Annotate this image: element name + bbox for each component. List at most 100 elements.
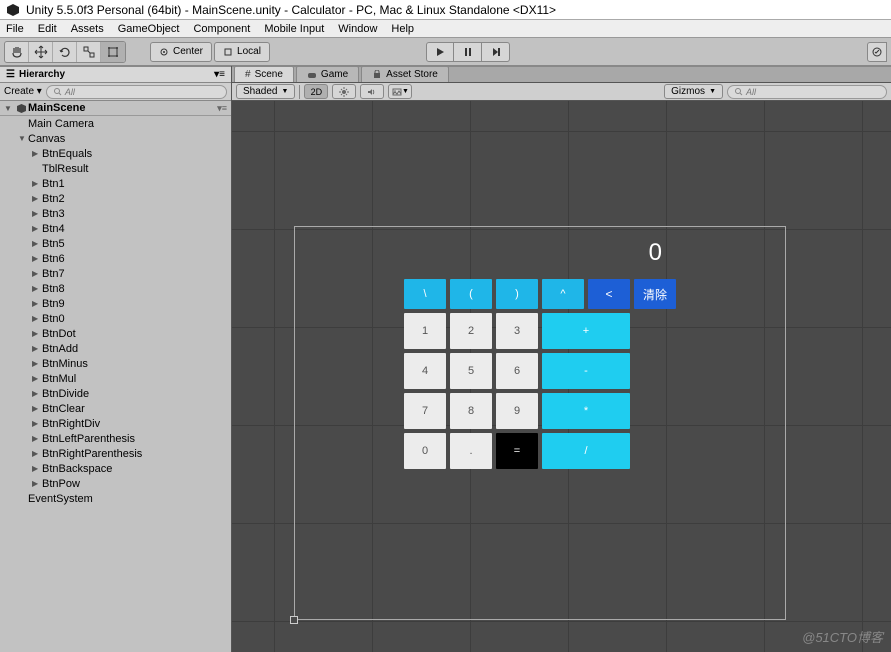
key-3[interactable]: 3 (496, 313, 538, 349)
expand-arrow-icon[interactable]: ▶ (32, 329, 42, 338)
expand-arrow-icon[interactable]: ▶ (32, 344, 42, 353)
expand-arrow-icon[interactable]: ▶ (32, 434, 42, 443)
hierarchy-item-btnminus[interactable]: ▶BtnMinus (0, 356, 231, 371)
scene-viewport[interactable]: 0 \ ( ) ^ < 清除 123+456-789*0.=/ @51CTO博客 (232, 101, 891, 652)
local-global-toggle[interactable]: Local (214, 42, 270, 62)
hierarchy-item-btndivide[interactable]: ▶BtnDivide (0, 386, 231, 401)
step-button[interactable] (482, 42, 510, 62)
tab-assetstore[interactable]: Asset Store (361, 66, 449, 82)
expand-arrow-icon[interactable]: ▶ (32, 449, 42, 458)
menu-help[interactable]: Help (391, 23, 414, 35)
key-equals[interactable]: = (496, 433, 538, 469)
hierarchy-item-main camera[interactable]: Main Camera (0, 116, 231, 131)
hierarchy-item-btn8[interactable]: ▶Btn8 (0, 281, 231, 296)
hierarchy-item-btnadd[interactable]: ▶BtnAdd (0, 341, 231, 356)
menu-window[interactable]: Window (338, 23, 377, 35)
key-2[interactable]: 2 (450, 313, 492, 349)
center-pivot-toggle[interactable]: Center (150, 42, 212, 62)
key-pow[interactable]: ^ (542, 279, 584, 309)
key-backslash[interactable]: \ (404, 279, 446, 309)
key-5[interactable]: 5 (450, 353, 492, 389)
expand-arrow-icon[interactable]: ▶ (32, 254, 42, 263)
expand-arrow-icon[interactable]: ▶ (32, 149, 42, 158)
hierarchy-item-btn4[interactable]: ▶Btn4 (0, 221, 231, 236)
scale-tool[interactable] (77, 42, 101, 62)
move-tool[interactable] (29, 42, 53, 62)
key-mul[interactable]: * (542, 393, 630, 429)
menu-file[interactable]: File (6, 23, 24, 35)
expand-arrow-icon[interactable]: ▶ (32, 419, 42, 428)
menu-component[interactable]: Component (193, 23, 250, 35)
key-clear[interactable]: 清除 (634, 279, 676, 309)
create-dropdown[interactable]: Create ▾ (4, 86, 42, 97)
expand-arrow-icon[interactable]: ▶ (32, 269, 42, 278)
scene-search[interactable]: All (727, 85, 887, 99)
key-8[interactable]: 8 (450, 393, 492, 429)
key-7[interactable]: 7 (404, 393, 446, 429)
hierarchy-item-btn7[interactable]: ▶Btn7 (0, 266, 231, 281)
hierarchy-item-btn1[interactable]: ▶Btn1 (0, 176, 231, 191)
hierarchy-tab[interactable]: ☰ Hierarchy ▾≡ (0, 66, 231, 83)
hand-tool[interactable] (5, 42, 29, 62)
expand-arrow-icon[interactable]: ▶ (32, 479, 42, 488)
expand-arrow-icon[interactable]: ▶ (32, 299, 42, 308)
hierarchy-item-btn2[interactable]: ▶Btn2 (0, 191, 231, 206)
gizmos-dropdown[interactable]: Gizmos▼ (664, 84, 723, 99)
expand-arrow-icon[interactable]: ▶ (32, 389, 42, 398)
menu-edit[interactable]: Edit (38, 23, 57, 35)
expand-arrow-icon[interactable]: ▶ (32, 404, 42, 413)
scene-menu-icon[interactable]: ▾≡ (217, 103, 227, 114)
key-9[interactable]: 9 (496, 393, 538, 429)
key-lparen[interactable]: ( (450, 279, 492, 309)
hierarchy-item-btnpow[interactable]: ▶BtnPow (0, 476, 231, 491)
expand-arrow-icon[interactable]: ▶ (32, 194, 42, 203)
shaded-dropdown[interactable]: Shaded▼ (236, 84, 295, 99)
2d-toggle[interactable]: 2D (304, 84, 328, 99)
audio-toggle[interactable] (360, 84, 384, 99)
menu-assets[interactable]: Assets (71, 23, 104, 35)
hierarchy-item-btnclear[interactable]: ▶BtnClear (0, 401, 231, 416)
expand-arrow-icon[interactable]: ▶ (32, 209, 42, 218)
key-4[interactable]: 4 (404, 353, 446, 389)
rect-tool[interactable] (101, 42, 125, 62)
expand-arrow-icon[interactable]: ▶ (32, 179, 42, 188)
panel-menu-icon[interactable]: ▾≡ (214, 69, 225, 80)
menu-gameobject[interactable]: GameObject (118, 23, 180, 35)
expand-arrow-icon[interactable]: ▶ (32, 224, 42, 233)
expand-arrow-icon[interactable]: ▶ (32, 239, 42, 248)
hierarchy-item-btnmul[interactable]: ▶BtnMul (0, 371, 231, 386)
hierarchy-item-tblresult[interactable]: TblResult (0, 161, 231, 176)
key-add[interactable]: + (542, 313, 630, 349)
tab-game[interactable]: Game (296, 66, 359, 82)
key-1[interactable]: 1 (404, 313, 446, 349)
tab-scene[interactable]: #Scene (234, 66, 294, 82)
expand-arrow-icon[interactable]: ▶ (32, 464, 42, 473)
hierarchy-item-btnequals[interactable]: ▶BtnEquals (0, 146, 231, 161)
key-minus[interactable]: - (542, 353, 630, 389)
hierarchy-item-canvas[interactable]: ▼Canvas (0, 131, 231, 146)
fx-toggle[interactable]: ▼ (388, 84, 412, 99)
expand-arrow-icon[interactable]: ▼ (18, 134, 28, 143)
play-button[interactable] (426, 42, 454, 62)
key-div[interactable]: / (542, 433, 630, 469)
key-6[interactable]: 6 (496, 353, 538, 389)
scene-header[interactable]: ▼ MainScene ▾≡ (0, 101, 231, 116)
lighting-toggle[interactable] (332, 84, 356, 99)
pause-button[interactable] (454, 42, 482, 62)
hierarchy-search[interactable]: All (46, 85, 227, 99)
hierarchy-item-btn3[interactable]: ▶Btn3 (0, 206, 231, 221)
key-dot[interactable]: . (450, 433, 492, 469)
hierarchy-item-btnbackspace[interactable]: ▶BtnBackspace (0, 461, 231, 476)
expand-arrow-icon[interactable]: ▶ (32, 359, 42, 368)
hierarchy-item-btndot[interactable]: ▶BtnDot (0, 326, 231, 341)
hierarchy-item-btn9[interactable]: ▶Btn9 (0, 296, 231, 311)
hierarchy-item-btn0[interactable]: ▶Btn0 (0, 311, 231, 326)
key-0[interactable]: 0 (404, 433, 446, 469)
hierarchy-item-btnrightparenthesis[interactable]: ▶BtnRightParenthesis (0, 446, 231, 461)
expand-arrow-icon[interactable]: ▶ (32, 374, 42, 383)
rotate-tool[interactable] (53, 42, 77, 62)
expand-arrow-icon[interactable]: ▶ (32, 284, 42, 293)
hierarchy-item-btnleftparenthesis[interactable]: ▶BtnLeftParenthesis (0, 431, 231, 446)
collab-button[interactable] (867, 42, 887, 62)
hierarchy-item-eventsystem[interactable]: EventSystem (0, 491, 231, 506)
